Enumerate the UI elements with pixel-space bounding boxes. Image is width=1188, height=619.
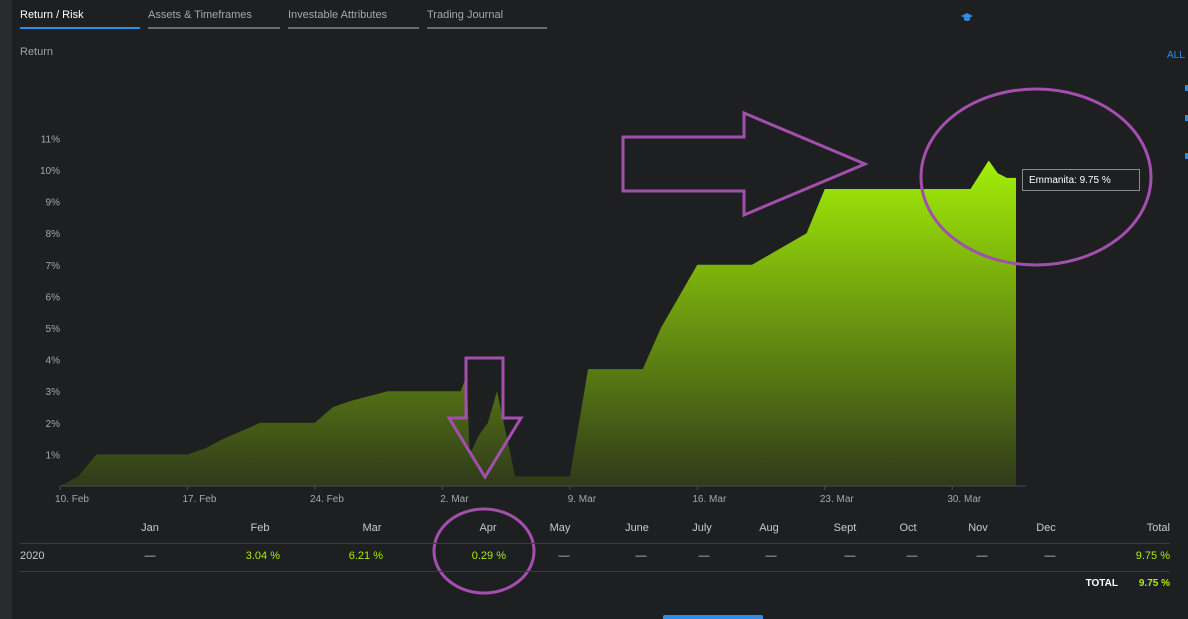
col-header-oct: Oct (899, 522, 917, 534)
cell-july: — (698, 550, 710, 562)
table-row: 2020 — 3.04 % 6.21 % 0.29 % — — — — — — … (20, 550, 1170, 566)
cell-total: 9.75 % (1135, 550, 1170, 562)
y-tick-label: 8% (46, 229, 61, 240)
y-tick-label: 10% (40, 166, 60, 177)
cell-mar: 6.21 % (348, 550, 383, 562)
col-header-may: May (549, 522, 571, 534)
x-tick-label: 23. Mar (820, 494, 855, 505)
col-header-mar: Mar (362, 522, 382, 534)
table-divider (20, 543, 1170, 544)
col-header-dec: Dec (1036, 522, 1056, 534)
returns-table-header: Jan Feb Mar Apr May June July Aug Sept O… (20, 522, 1170, 538)
col-header-aug: Aug (759, 522, 779, 534)
cell-aug: — (765, 550, 777, 562)
return-area-series (60, 160, 1016, 486)
total-label: TOTAL (1085, 578, 1118, 589)
y-tick-label: 2% (46, 419, 61, 430)
y-tick-label: 3% (46, 387, 61, 398)
x-tick-label: 9. Mar (568, 494, 597, 505)
y-tick-label: 1% (46, 450, 61, 461)
col-header-july: July (692, 522, 712, 534)
y-axis: 1% 2% 3% 4% 5% 6% 7% 8% 9% 10% 11% (40, 134, 60, 461)
x-tick-label: 2. Mar (440, 494, 469, 505)
x-axis: 10. Feb 17. Feb 24. Feb 2. Mar 9. Mar 16. Mar… (55, 486, 982, 505)
cell-apr: 0.29 % (471, 550, 506, 562)
cell-dec: — (1044, 550, 1056, 562)
row-year: 2020 (20, 550, 45, 562)
table-divider (20, 571, 1170, 572)
cell-sept: — (844, 550, 856, 562)
cell-oct: — (906, 550, 918, 562)
x-tick-label: 16. Mar (692, 494, 727, 505)
y-tick-label: 6% (46, 292, 61, 303)
y-tick-label: 4% (46, 356, 61, 367)
col-header-apr: Apr (479, 522, 497, 534)
series-tooltip: Emmanita: 9.75 % (1022, 169, 1140, 191)
cell-feb: 3.04 % (245, 550, 280, 562)
bottom-action-button[interactable] (663, 615, 763, 619)
y-tick-label: 7% (46, 261, 61, 272)
col-header-total: Total (1146, 522, 1170, 534)
x-tick-label: 24. Feb (310, 494, 344, 505)
y-tick-label: 9% (46, 198, 61, 209)
cell-june: — (635, 550, 647, 562)
col-header-sept: Sept (833, 522, 857, 534)
cell-jan: — (144, 550, 156, 562)
return-chart: 1% 2% 3% 4% 5% 6% 7% 8% 9% 10% 11% 10. Feb 17. Feb 2… (40, 87, 1153, 505)
y-tick-label: 5% (46, 324, 61, 335)
total-value: 9.75 % (1138, 578, 1170, 589)
col-header-nov: Nov (968, 522, 988, 534)
x-tick-label: 30. Mar (947, 494, 982, 505)
col-header-june: June (625, 522, 649, 534)
col-header-jan: Jan (141, 522, 159, 534)
cell-may: — (558, 550, 570, 562)
cell-nov: — (976, 550, 988, 562)
x-tick-label: 10. Feb (55, 494, 89, 505)
y-tick-label: 11% (41, 134, 60, 145)
x-tick-label: 17. Feb (183, 494, 217, 505)
col-header-feb: Feb (250, 522, 270, 534)
